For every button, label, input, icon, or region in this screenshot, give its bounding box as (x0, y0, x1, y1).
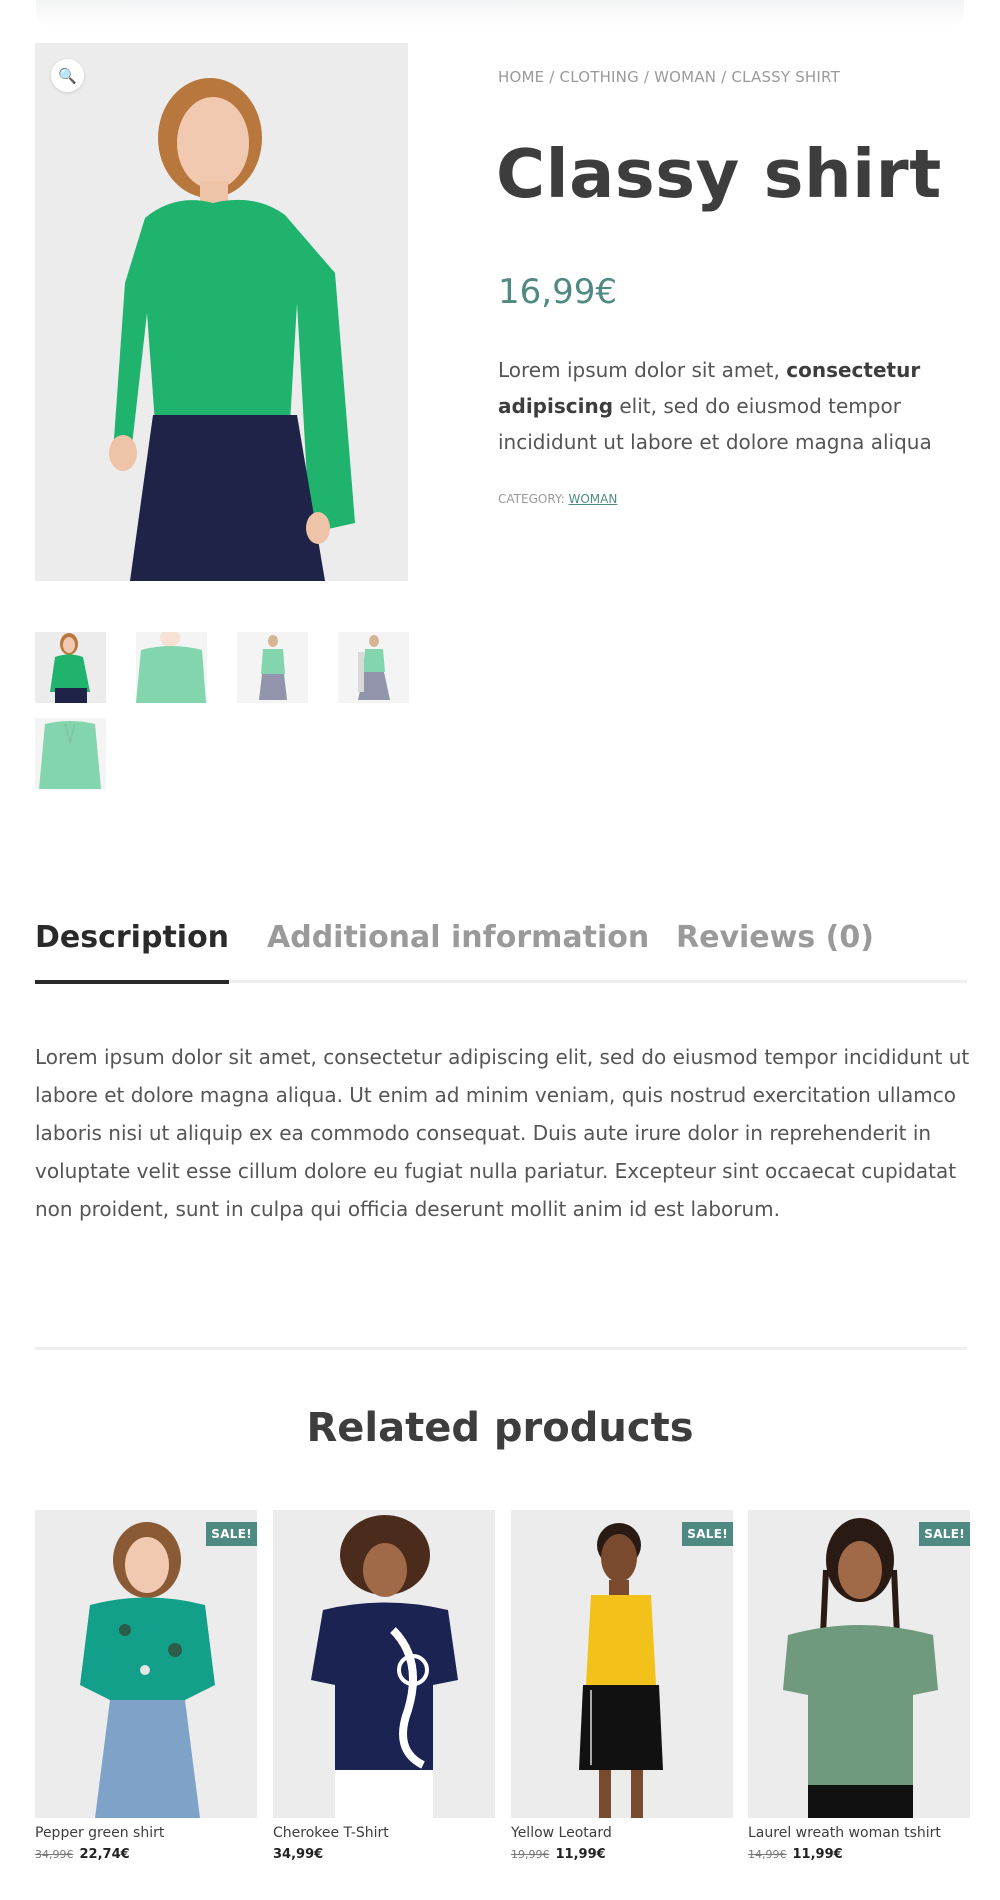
related-products-title: Related products (306, 1405, 694, 1451)
related-product-card: SALE! Yellow Leotard 19,99€ 11,99€ (511, 1510, 733, 1862)
thumbnail-image (237, 632, 308, 703)
breadcrumb-home[interactable]: HOME (498, 68, 544, 86)
category-link[interactable]: WOMAN (568, 492, 617, 506)
current-price: 34,99€ (273, 1847, 324, 1862)
thumbnail-image (35, 632, 106, 703)
related-product-image[interactable]: SALE! (748, 1510, 970, 1818)
header-shadow (36, 0, 964, 28)
tab-description[interactable]: Description (35, 920, 230, 984)
gallery-thumbnail[interactable] (35, 632, 106, 703)
gallery-thumbnail[interactable] (237, 632, 308, 703)
sale-badge: SALE! (206, 1522, 257, 1546)
current-price: 11,99€ (792, 1847, 843, 1862)
product-photo (748, 1510, 970, 1818)
breadcrumb-separator: / (638, 68, 655, 86)
old-price: 14,99€ (748, 1848, 787, 1861)
breadcrumb-current: CLASSY SHIRT (731, 68, 840, 86)
section-divider (35, 1347, 967, 1350)
breadcrumb-separator: / (716, 68, 732, 86)
related-product-card: SALE! Laurel wreath woman tshirt 14,99€ 1… (748, 1510, 970, 1862)
old-price: 34,99€ (35, 1848, 74, 1861)
product-price: 16,99€ (498, 272, 617, 312)
tab-additional-information[interactable]: Additional information (267, 920, 649, 983)
gallery-thumbnail[interactable] (136, 632, 207, 703)
product-photo (35, 1510, 257, 1818)
old-price: 19,99€ (511, 1848, 550, 1861)
product-title: Classy shirt (496, 135, 942, 213)
product-photo (35, 43, 408, 581)
breadcrumb-clothing[interactable]: CLOTHING (560, 68, 639, 86)
related-product-image[interactable]: SALE! (35, 1510, 257, 1818)
related-product-image[interactable]: SALE! (511, 1510, 733, 1818)
related-product-card: SALE! Pepper green shirt 34,99€ 22,74€ (35, 1510, 257, 1862)
main-product-image[interactable]: 🔍 (35, 43, 408, 581)
thumbnail-image (35, 718, 106, 789)
sale-badge: SALE! (682, 1522, 733, 1546)
short-description-text: Lorem ipsum dolor sit amet, (498, 358, 787, 382)
breadcrumb-separator: / (544, 68, 560, 86)
related-product-card: Cherokee T-Shirt 34,99€ (273, 1510, 495, 1862)
breadcrumb-woman[interactable]: WOMAN (654, 68, 716, 86)
sale-badge: SALE! (919, 1522, 970, 1546)
related-product-name[interactable]: Laurel wreath woman tshirt (748, 1825, 970, 1841)
related-product-image[interactable] (273, 1510, 495, 1818)
related-product-name[interactable]: Cherokee T-Shirt (273, 1825, 495, 1841)
product-meta: CATEGORY: WOMAN (498, 492, 617, 506)
related-product-name[interactable]: Pepper green shirt (35, 1825, 257, 1841)
zoom-button[interactable]: 🔍 (51, 59, 84, 92)
current-price: 22,74€ (79, 1847, 130, 1862)
gallery-thumbnail[interactable] (35, 718, 106, 789)
category-label: CATEGORY: (498, 492, 569, 506)
description-text: Lorem ipsum dolor sit amet, consectetur … (35, 1045, 970, 1221)
related-product-price: 14,99€ 11,99€ (748, 1847, 970, 1862)
product-photo (273, 1510, 495, 1818)
related-product-price: 19,99€ 11,99€ (511, 1847, 733, 1862)
tab-reviews[interactable]: Reviews (0) (676, 920, 874, 983)
product-photo (511, 1510, 733, 1818)
product-short-description: Lorem ipsum dolor sit amet, consectetur … (498, 352, 968, 460)
gallery-thumbnail[interactable] (338, 632, 409, 703)
thumbnail-image (338, 632, 409, 703)
current-price: 11,99€ (555, 1847, 606, 1862)
related-product-price: 34,99€ 22,74€ (35, 1847, 257, 1862)
breadcrumb: HOME / CLOTHING / WOMAN / CLASSY SHIRT (498, 68, 840, 86)
product-tabs: Description Additional information Revie… (35, 920, 967, 984)
related-product-price: 34,99€ (273, 1847, 495, 1862)
thumbnail-image (136, 632, 207, 703)
related-product-name[interactable]: Yellow Leotard (511, 1825, 733, 1841)
magnifier-icon: 🔍 (58, 66, 77, 85)
